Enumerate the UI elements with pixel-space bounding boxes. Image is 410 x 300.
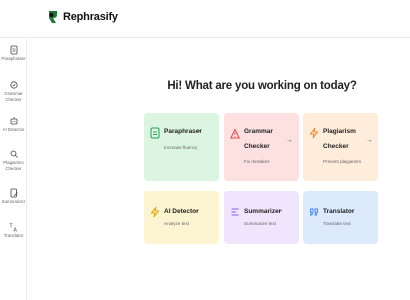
sidebar-item-summarizer[interactable]: Summarizer — [0, 188, 27, 205]
sidebar-item-paraphraser[interactable]: Paraphraser — [0, 45, 27, 62]
card-subtitle: Translate text — [323, 221, 351, 226]
card-arrow: → — [277, 207, 284, 214]
grammar-checker-card[interactable]: Grammar Checker → Fix mistakes — [224, 113, 299, 181]
card-title-line2: Checker — [323, 143, 349, 150]
lightning-icon — [309, 127, 319, 139]
ai-detector-card[interactable]: AI Detector → Analyze text — [144, 191, 219, 244]
sidebar-item-ai-detector[interactable]: AI Detector — [0, 116, 27, 133]
card-arrow: → — [366, 137, 373, 144]
card-subtitle: Fix mistakes — [244, 159, 270, 164]
card-subtitle: Prevent plagiarism — [323, 159, 362, 164]
translator-card[interactable]: Translator → Translate text — [303, 191, 378, 244]
sidebar-item-label: Summarizer — [1, 199, 26, 204]
plagiarism-checker-card[interactable]: Plagiarism Checker → Prevent plagiarism — [303, 113, 378, 181]
magnifier-icon — [10, 150, 18, 158]
sidebar-item-plagiarism-checker[interactable]: Plagiarism Checker — [0, 149, 27, 171]
robot-icon — [10, 117, 17, 125]
sidebar-item-grammar-checker[interactable]: Grammar Checker — [0, 80, 27, 102]
sidebar-item-translator[interactable]: T A Translator — [0, 222, 27, 239]
card-arrow: → — [193, 207, 200, 214]
app-name: Rephrasify — [63, 11, 118, 23]
sidebar-item-label: Translator — [3, 233, 24, 238]
app-logo[interactable]: Rephrasify — [47, 10, 118, 24]
card-title-line2: Checker — [244, 143, 270, 150]
sidebar-item-label: Paraphraser — [1, 56, 26, 61]
top-bar: Rephrasify — [0, 0, 410, 38]
paraphraser-card[interactable]: Paraphraser → Increase fluency — [144, 113, 219, 181]
list-lines-icon — [231, 208, 239, 216]
translate-icon: T A — [9, 224, 18, 233]
sidebar-item-label: Grammar Checker — [4, 91, 23, 102]
card-subtitle: Analyze text — [164, 221, 190, 226]
card-title-line1: Grammar — [244, 128, 273, 135]
card-title-line1: Plagiarism — [323, 128, 356, 135]
card-arrow: → — [348, 207, 355, 214]
rephrasify-logo-icon — [49, 11, 57, 23]
sidebar-item-label: AI Detector — [2, 127, 25, 132]
sidebar: Paraphraser Grammar Checker AI Detector … — [0, 38, 27, 300]
page-title: Hi! What are you working on today? — [167, 80, 357, 92]
document-icon — [150, 127, 160, 139]
card-arrow: → — [195, 127, 202, 134]
summarizer-card[interactable]: Summarizer → Summarize text — [224, 191, 299, 244]
card-arrow: → — [286, 137, 293, 144]
card-title: Summarizer — [244, 208, 282, 215]
circle-check-icon — [9, 81, 18, 89]
card-subtitle: Increase fluency — [164, 145, 198, 150]
document-icon — [10, 45, 17, 55]
document-edit-icon — [10, 188, 18, 198]
svg-text:A: A — [13, 228, 17, 233]
lightning-icon — [150, 206, 160, 218]
quote-icon — [309, 208, 318, 216]
card-subtitle: Summarize text — [244, 221, 276, 226]
sidebar-item-label: Plagiarism Checker — [3, 160, 24, 171]
warning-triangle-icon — [230, 128, 240, 139]
